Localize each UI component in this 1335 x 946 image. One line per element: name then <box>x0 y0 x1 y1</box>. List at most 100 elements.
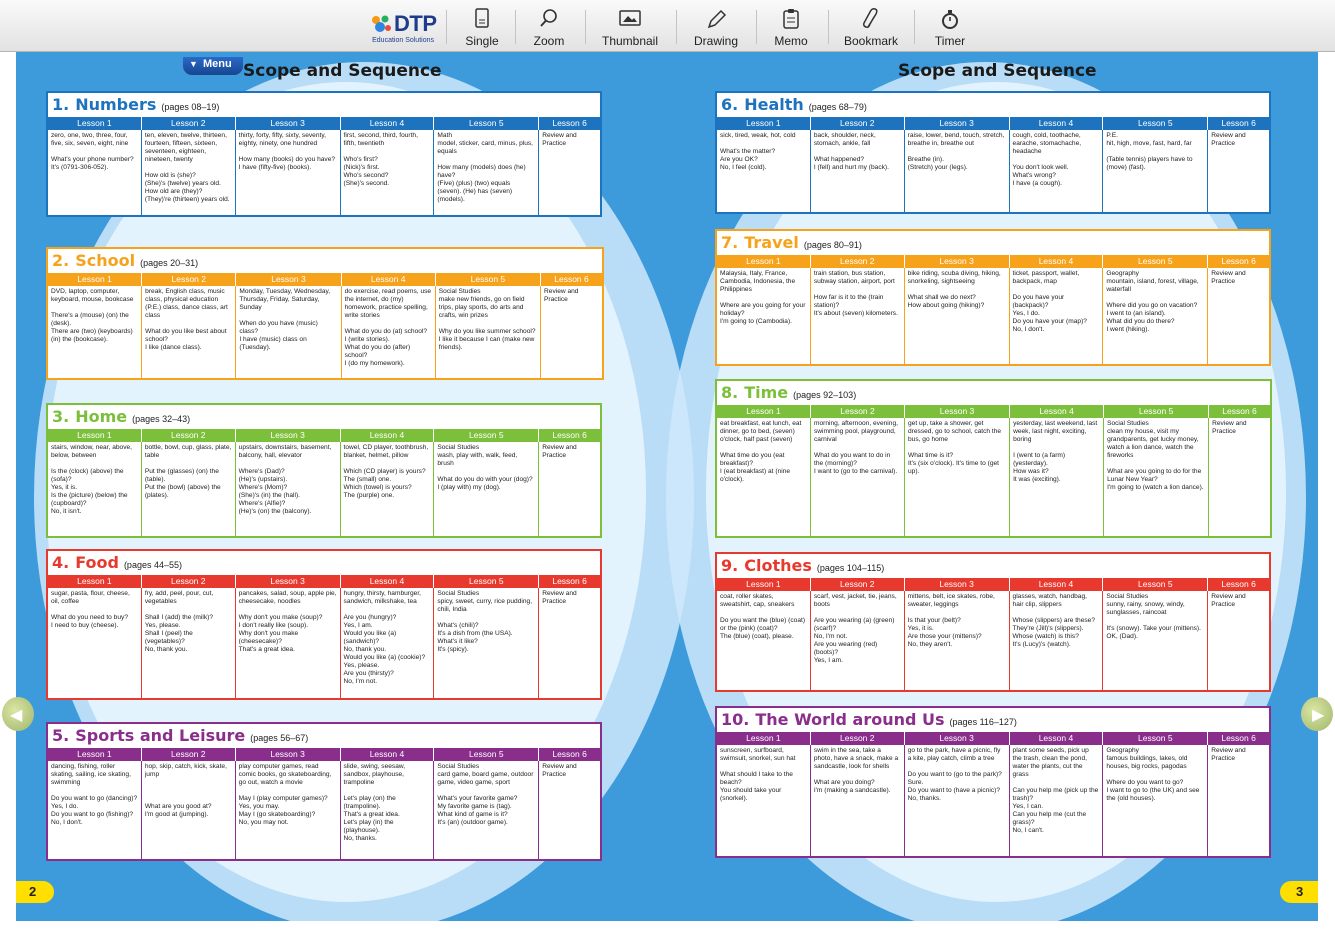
unit-header: 8. Time (pages 92–103) <box>717 381 1270 405</box>
lesson-column-header: Lesson 3 <box>905 732 1010 745</box>
unit-pages: (pages 80–91) <box>803 240 862 250</box>
lesson-column-header: Lesson 6 <box>552 430 587 440</box>
lesson-column-header: Lesson 3 <box>236 575 341 588</box>
unit-table: 9. Clothes (pages 104–115) Lesson 1 Lesson 2… <box>715 552 1271 692</box>
toolbar-divider <box>828 10 829 44</box>
lesson-cell: play computer games, read comic books, g… <box>236 761 341 859</box>
unit-header: 10. The World around Us (pages 116–127) <box>717 708 1269 732</box>
unit-header: 2. School (pages 20–31) <box>48 249 602 273</box>
unit-number: 7. <box>721 233 739 252</box>
lesson-cell: Social Studies sunny, rainy, snowy, wind… <box>1103 591 1209 690</box>
lesson-cell: morning, afternoon, evening, swimming po… <box>811 418 905 536</box>
unit-number: 4. <box>52 553 70 572</box>
lesson-cell: Social Studies clean my house, visit my … <box>1104 418 1210 536</box>
pencil-icon <box>707 9 727 29</box>
lesson-cell: hungry, thirsty, hamburger, sandwich, mi… <box>341 588 435 698</box>
lesson-column-header: Lesson 1 <box>717 255 811 268</box>
lesson-cell: glasses, watch, handbag, hair clip, slip… <box>1010 591 1104 690</box>
next-page-button[interactable]: ▶ <box>1301 697 1333 731</box>
lesson-cell: Math model, sticker, card, minus, plus, … <box>434 130 540 215</box>
unit-table: 1. Numbers (pages 08–19) Lesson 1 Lesson 2 Le… <box>46 91 602 217</box>
lesson-column-header: Lesson 2 <box>811 117 905 130</box>
unit-header: 3. Home (pages 32–43) <box>48 405 600 429</box>
lesson-cell: Social Studies make new friends, go on f… <box>436 286 542 378</box>
bookmark-button[interactable]: Bookmark <box>838 4 904 50</box>
unit-table: 4. Food (pages 44–55) Lesson 1 Lesson 2 Lesso… <box>46 549 602 700</box>
lesson-column-header: Lesson 5 <box>1104 405 1210 418</box>
lesson-column-header: Lesson 2 <box>811 255 905 268</box>
lesson-column-header: Lesson 6 <box>554 274 589 284</box>
lesson-cell: ticket, passport, wallet, backpack, map … <box>1010 268 1104 364</box>
lesson-column-header: Lesson 3 <box>236 429 341 442</box>
memo-button[interactable]: Memo <box>767 4 815 50</box>
lesson-cell: P.E. hit, high, move, fast, hard, far (T… <box>1103 130 1209 212</box>
lesson-column-header: Lesson 6 <box>1222 406 1257 416</box>
menu-tab[interactable]: ▼ Menu <box>183 57 243 75</box>
lesson-cell: do exercise, read poems, use the interne… <box>342 286 436 378</box>
lesson-column-header: Lesson 5 <box>1103 578 1209 591</box>
lesson-column-header: Lesson 3 <box>236 117 341 130</box>
lesson-cell: go to the park, have a picnic, fly a kit… <box>905 745 1010 856</box>
lesson-cell: slide, swing, seesaw, sandbox, playhouse… <box>341 761 435 859</box>
lesson-column-header: Lesson 6 <box>1221 118 1256 128</box>
lesson-column-header: Lesson 5 <box>1103 732 1209 745</box>
unit-table: 2. School (pages 20–31) Lesson 1 Lesson 2 Les… <box>46 247 604 380</box>
lesson-column-header: Lesson 2 <box>142 575 236 588</box>
lesson-column-header: Lesson 4 <box>341 748 435 761</box>
unit-number: 5. <box>52 726 70 745</box>
lesson-cell: zero, one, two, three, four, five, six, … <box>48 130 142 215</box>
lesson-cell: back, shoulder, neck, stomach, ankle, fa… <box>811 130 905 212</box>
unit-header: 9. Clothes (pages 104–115) <box>717 554 1269 578</box>
lesson-cell: dancing, fishing, roller skating, sailin… <box>48 761 142 859</box>
lesson-column-header: Lesson 1 <box>717 732 811 745</box>
unit-title: Health <box>744 95 804 114</box>
lesson-column-header: Lesson 4 <box>341 117 435 130</box>
lesson-cell: Review and Practice <box>542 590 577 605</box>
lesson-column-header: Lesson 5 <box>434 748 540 761</box>
lesson-cell: Review and Practice <box>1211 270 1246 285</box>
toolbar-divider <box>515 10 516 44</box>
unit-table: 6. Health (pages 68–79) Lesson 1 Lesson 2 Les… <box>715 91 1271 214</box>
lesson-column-header: Lesson 1 <box>48 748 142 761</box>
drawing-button[interactable]: Drawing <box>688 4 744 50</box>
lesson-column-header: Lesson 3 <box>905 405 1011 418</box>
unit-number: 8. <box>721 383 739 402</box>
toolbar-divider <box>676 10 677 44</box>
lesson-cell: train station, bus station, subway stati… <box>811 268 905 364</box>
single-button[interactable]: Single <box>458 4 506 50</box>
thumbnail-button[interactable]: Thumbnail <box>596 4 664 50</box>
lesson-cell: Social Studies wash, play with, walk, fe… <box>434 442 540 536</box>
lesson-column-header: Lesson 5 <box>434 117 540 130</box>
thumbnail-label: Thumbnail <box>601 34 659 48</box>
zoom-button[interactable]: Zoom <box>525 4 573 50</box>
lesson-cell: Geography famous buildings, lakes, old h… <box>1103 745 1209 856</box>
lesson-column-header: Lesson 1 <box>717 117 811 130</box>
unit-number: 2. <box>52 251 70 270</box>
lesson-cell: cough, cold, toothache, earache, stomach… <box>1010 130 1104 212</box>
lesson-column-header: Lesson 3 <box>236 273 342 286</box>
paperclip-icon <box>863 8 878 28</box>
thumbnail-icon <box>619 10 641 26</box>
lesson-cell: swim in the sea, take a photo, have a sn… <box>811 745 905 856</box>
prev-page-button[interactable]: ◀ <box>2 697 34 731</box>
lesson-cell: Geography mountain, island, forest, vill… <box>1103 268 1209 364</box>
unit-pages: (pages 44–55) <box>123 560 182 570</box>
unit-number: 1. <box>52 95 70 114</box>
lesson-column-header: Lesson 4 <box>1010 117 1104 130</box>
chevron-down-icon: ▼ <box>189 59 198 69</box>
lesson-cell: Review and Practice <box>542 763 577 778</box>
lesson-column-header: Lesson 2 <box>142 748 236 761</box>
unit-pages: (pages 92–103) <box>793 390 857 400</box>
single-label: Single <box>465 34 499 48</box>
unit-pages: (pages 104–115) <box>816 563 885 573</box>
lesson-cell: Review and Practice <box>1211 747 1246 762</box>
unit-header: 6. Health (pages 68–79) <box>717 93 1269 117</box>
lesson-column-header: Lesson 1 <box>717 405 811 418</box>
left-page-number: 2 <box>16 881 54 903</box>
unit-header: 4. Food (pages 44–55) <box>48 551 600 575</box>
lesson-cell: Review and Practice <box>542 444 577 459</box>
lesson-cell: thirty, forty, fifty, sixty, seventy, ei… <box>236 130 341 215</box>
lesson-column-header: Lesson 4 <box>1010 255 1104 268</box>
unit-pages: (pages 08–19) <box>161 102 220 112</box>
timer-button[interactable]: Timer <box>926 4 974 50</box>
